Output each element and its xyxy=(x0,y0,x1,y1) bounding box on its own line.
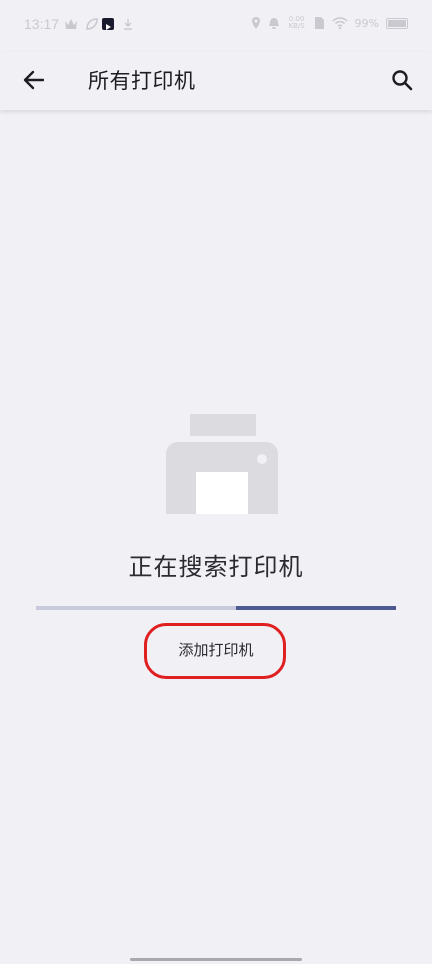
page-title: 所有打印机 xyxy=(88,69,196,93)
leaf-icon xyxy=(86,18,98,30)
crown-icon xyxy=(65,19,77,29)
arrow-left-icon xyxy=(23,70,45,90)
sim-icon xyxy=(314,17,324,29)
back-button[interactable] xyxy=(18,64,50,96)
wifi-icon xyxy=(331,17,348,30)
download-icon xyxy=(124,19,132,30)
alarm-icon xyxy=(268,18,279,29)
add-printer-button[interactable]: 添加打印机 xyxy=(160,634,272,664)
battery-percent: 99% xyxy=(354,16,379,30)
battery-icon xyxy=(386,17,408,29)
search-progress-bar xyxy=(36,606,396,610)
network-speed: 0.00 KB/S xyxy=(288,15,305,30)
app-bar: 所有打印机 xyxy=(0,52,432,110)
location-icon xyxy=(251,17,260,29)
search-progress-fill xyxy=(236,606,396,610)
home-indicator[interactable] xyxy=(130,958,302,961)
searching-status-text: 正在搜索打印机 xyxy=(128,553,304,581)
play-app-icon xyxy=(102,18,114,30)
status-time: 13:17 xyxy=(24,16,60,32)
search-icon xyxy=(392,70,413,91)
status-right-group: 0.00 KB/S 99% xyxy=(251,16,408,30)
printer-icon xyxy=(166,414,278,514)
status-bar: 13:17 0.00 KB/S 99% xyxy=(0,0,432,52)
search-button[interactable] xyxy=(386,64,418,96)
